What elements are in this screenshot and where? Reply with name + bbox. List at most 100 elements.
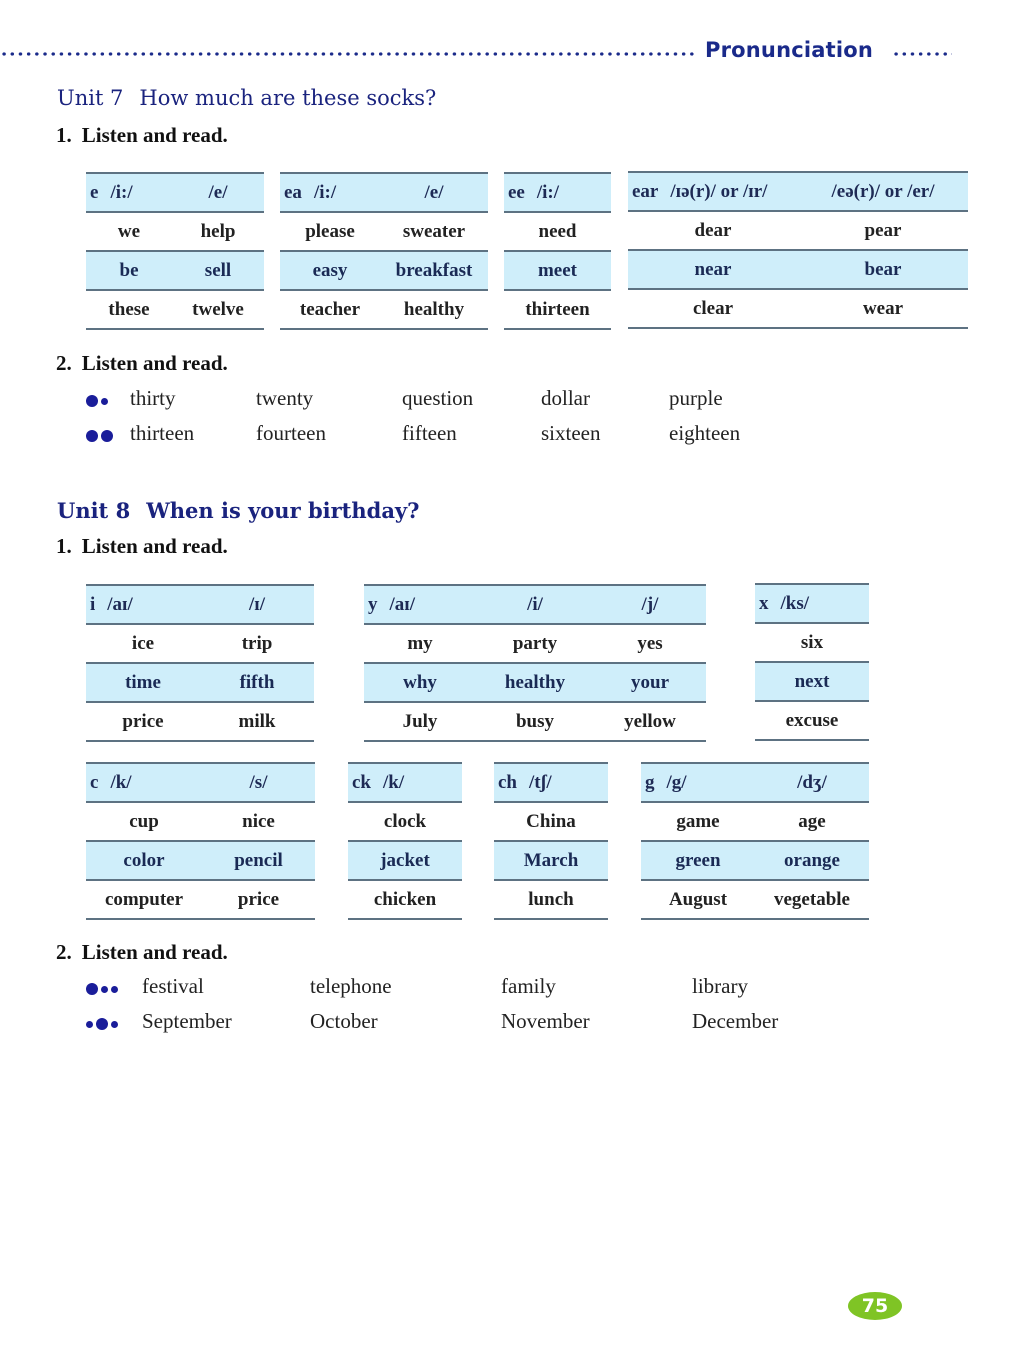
table-header-row: c/k/ /s/: [86, 762, 315, 803]
header-cell: y/aɪ/: [364, 594, 476, 616]
word-cell: party: [512, 632, 558, 654]
section-text: Listen and read.: [81, 940, 228, 964]
table-row: excuse: [755, 702, 869, 741]
stress-pattern-row: September October November December: [0, 1009, 1024, 1039]
word-cell: excuse: [785, 709, 839, 731]
header-cell: /e/: [380, 182, 488, 204]
table-row: be sell: [86, 252, 264, 291]
letter-label: g: [645, 771, 655, 793]
stress-word: fifteen: [402, 421, 457, 445]
stress-word: twenty: [256, 386, 314, 410]
word-cell: we: [117, 220, 141, 242]
table-header-row: ear/ɪə(r)/ or /ɪr/ /eə(r)/ or /er/: [628, 171, 968, 212]
phonetic-symbol: /aɪ/: [107, 593, 133, 615]
stress-word: thirty: [130, 386, 176, 410]
word-cell: sell: [204, 259, 232, 281]
stress-word: fourteen: [256, 421, 326, 445]
word-cell: March: [523, 849, 579, 871]
section-text: Listen and read.: [81, 351, 228, 375]
header-cell: c/k/: [86, 772, 202, 794]
phonetic-symbol: /ɪə(r)/ or /ɪr/: [670, 180, 768, 202]
phonics-table-e: e/i:/ /e/we help be sell these twelve: [86, 172, 264, 330]
header-title: Pronunciation: [705, 38, 874, 62]
header-cell: /i/: [476, 594, 594, 616]
phonetic-symbol: /aɪ/: [389, 593, 416, 615]
letter-label: ea: [284, 181, 302, 203]
stress-word: question: [402, 386, 474, 410]
table-row: these twelve: [86, 291, 264, 330]
unit7-section2-label: 2. Listen and read.: [56, 351, 228, 376]
stress-word: festival: [142, 974, 204, 998]
header-cell: ch/tʃ/: [494, 772, 608, 794]
table-row: July busy yellow: [364, 703, 706, 742]
phonetic-symbol: /i/: [527, 593, 543, 615]
word-cell: my: [407, 632, 433, 654]
phonetic-symbol: /i:/: [110, 181, 133, 203]
phonetic-symbol: /s/: [249, 771, 268, 793]
dotted-rule-right: [892, 52, 952, 56]
word-cell: twelve: [192, 298, 244, 320]
section-index: 2.: [56, 940, 72, 964]
word-cell: lunch: [528, 888, 574, 910]
phonics-table-x: x/ks/six next excuse: [755, 583, 869, 741]
table-row: clear wear: [628, 290, 968, 329]
phonetic-symbol: /j/: [641, 593, 659, 615]
phonics-table-ck: ck/k/clock jacket chicken: [348, 762, 462, 920]
word-cell: please: [305, 220, 355, 242]
table-row: clock: [348, 803, 462, 842]
phonetic-symbol: /e/: [424, 181, 444, 203]
page-header: Pronunciation: [0, 38, 960, 66]
header-cell: /dʒ/: [755, 772, 869, 794]
unstressed-syllable-dot-icon: [111, 985, 118, 993]
table-header-row: ee/i:/: [504, 172, 611, 213]
word-cell: August: [668, 888, 728, 910]
phonics-table-g: g/g/ /dʒ/game age green orange August vegetabl…: [641, 762, 869, 920]
word-cell: pear: [864, 219, 902, 241]
letter-label: c: [90, 771, 99, 793]
stress-word: purple: [669, 386, 723, 410]
word-cell: sweater: [402, 220, 466, 242]
header-cell: i/aɪ/: [86, 594, 200, 616]
word-cell: healthy: [403, 298, 465, 320]
unit7-heading: Unit 7 How much are these socks?: [57, 86, 436, 110]
letter-label: ear: [632, 180, 659, 202]
phonics-table-ea: ea/i:/ /e/please sweater easy breakfast teach…: [280, 172, 488, 330]
word-cell: age: [798, 810, 826, 832]
word-cell: fifth: [239, 671, 275, 693]
stressed-syllable-dot-icon: [86, 430, 98, 442]
stress-pattern-icon: [86, 429, 113, 443]
header-cell: /e/: [172, 182, 264, 204]
unstressed-syllable-dot-icon: [111, 1020, 118, 1028]
word-cell: near: [694, 258, 732, 280]
table-row: dear pear: [628, 212, 968, 251]
word-cell: price: [237, 888, 280, 910]
unit8-section2-label: 2. Listen and read.: [56, 940, 228, 965]
word-cell: thirteen: [525, 298, 590, 320]
phonics-table-c: c/k/ /s/cup nice color pencil computer price: [86, 762, 315, 920]
word-cell: dear: [694, 219, 732, 241]
phonics-table-ear: ear/ɪə(r)/ or /ɪr/ /eə(r)/ or /er/dear pea…: [628, 171, 968, 329]
section-index: 1.: [56, 123, 72, 147]
letter-label: e: [90, 181, 99, 203]
word-cell: next: [794, 670, 830, 692]
letter-label: ch: [498, 771, 517, 793]
table-header-row: y/aɪ/ /i/ /j/: [364, 584, 706, 625]
table-row: August vegetable: [641, 881, 869, 920]
section-index: 1.: [56, 534, 72, 558]
table-row: color pencil: [86, 842, 315, 881]
table-row: March: [494, 842, 608, 881]
word-cell: jacket: [380, 849, 430, 871]
word-cell: computer: [104, 888, 184, 910]
stress-word: telephone: [310, 974, 392, 998]
word-cell: your: [631, 671, 669, 693]
header-cell: e/i:/: [86, 182, 172, 204]
word-cell: help: [200, 220, 236, 242]
header-cell: /ɪ/: [200, 594, 314, 616]
letter-label: ck: [352, 771, 371, 793]
stress-word: family: [501, 974, 556, 998]
unstressed-syllable-dot-icon: [101, 985, 108, 993]
unit7-section1-label: 1. Listen and read.: [56, 123, 228, 148]
stressed-syllable-dot-icon: [101, 430, 113, 442]
header-cell: x/ks/: [755, 593, 869, 615]
header-cell: /eə(r)/ or /er/: [798, 181, 968, 203]
